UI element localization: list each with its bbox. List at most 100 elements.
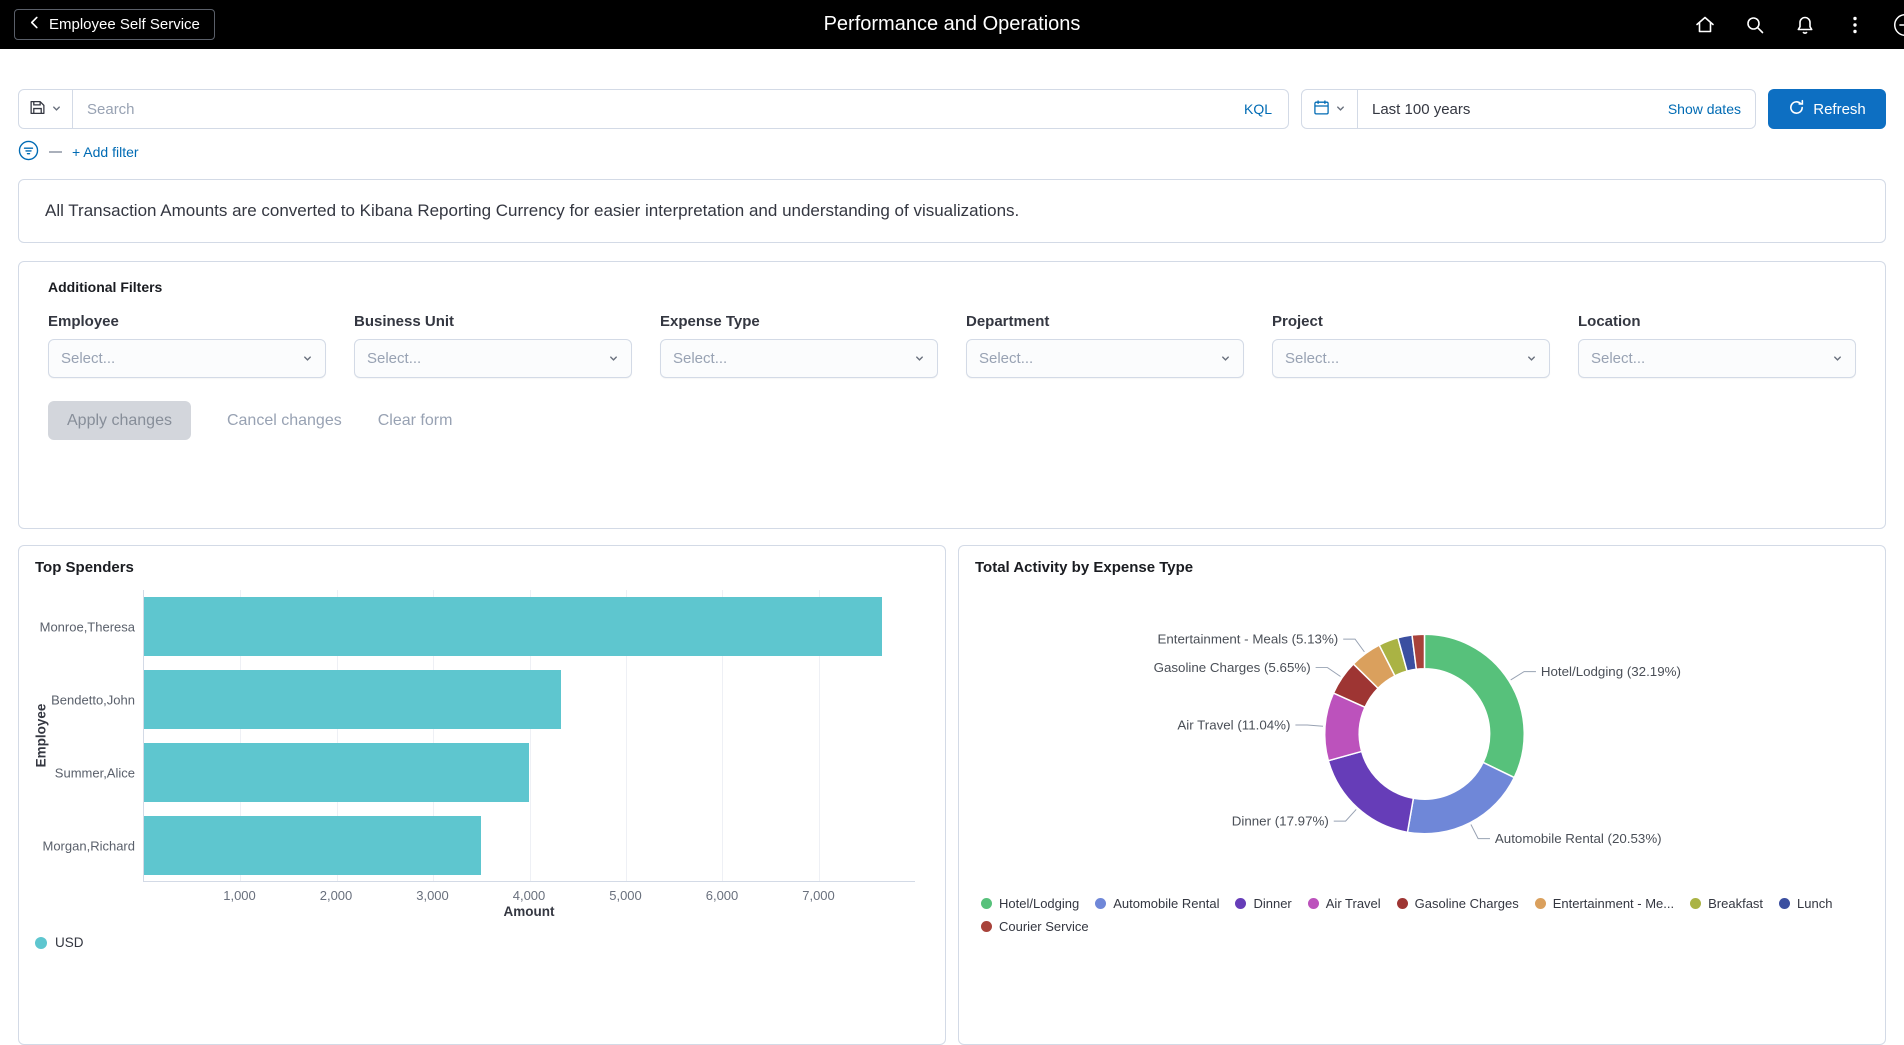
divider	[49, 151, 62, 153]
donut-legend: Hotel/Lodging Automobile Rental Dinner Air …	[975, 896, 1869, 934]
filter-row: + Add filter	[18, 139, 1886, 165]
filter-select-expense-type[interactable]: Select...	[660, 339, 938, 378]
filters-buttons-row: Apply changes Cancel changes Clear form	[48, 401, 1856, 440]
filter-label-department: Department	[966, 313, 1050, 330]
chevron-down-icon	[608, 351, 619, 367]
bar[interactable]	[144, 597, 883, 656]
filter-select-business-unit[interactable]: Select...	[354, 339, 632, 378]
chevron-down-icon	[1220, 351, 1231, 367]
filter-field-location: Location Select...	[1578, 313, 1856, 378]
header-actions	[1691, 11, 1904, 39]
filter-select-project[interactable]: Select...	[1272, 339, 1550, 378]
filter-select-location[interactable]: Select...	[1578, 339, 1856, 378]
filter-field-employee: Employee Select...	[48, 313, 326, 378]
select-placeholder: Select...	[1285, 350, 1340, 367]
query-bar: KQL Last 100 years Show dates Refresh	[18, 89, 1886, 129]
chevron-down-icon	[1335, 102, 1346, 117]
navbar-icon[interactable]	[1891, 11, 1904, 39]
currency-notice-text: All Transaction Amounts are converted to…	[45, 201, 1020, 220]
legend-label: Air Travel	[1325, 896, 1381, 911]
legend-item[interactable]: Gasoline Charges	[1396, 896, 1519, 911]
legend-dot	[1307, 898, 1319, 909]
filter-label-location: Location	[1578, 313, 1641, 330]
x-tick-label: 5,000	[609, 888, 642, 903]
legend-dot	[1396, 898, 1408, 909]
legend-dot	[1690, 898, 1702, 909]
filter-manager-icon[interactable]	[18, 140, 39, 164]
filter-label-expense-type: Expense Type	[660, 313, 760, 330]
date-range-value[interactable]: Last 100 years	[1358, 101, 1470, 118]
donut-callout-label: Automobile Rental (20.53%)	[1495, 831, 1662, 846]
cancel-changes-button[interactable]: Cancel changes	[227, 412, 342, 430]
bar[interactable]	[144, 743, 529, 802]
legend-item[interactable]: Breakfast	[1690, 896, 1763, 911]
date-picker-group: Last 100 years Show dates	[1301, 89, 1756, 129]
back-button-label: Employee Self Service	[49, 16, 200, 33]
legend-item[interactable]: Hotel/Lodging	[981, 896, 1079, 911]
legend-item[interactable]: Automobile Rental	[1095, 896, 1219, 911]
charts-row: Top Spenders Employee Monroe,Theresa Bend…	[18, 545, 1886, 1045]
expense-type-title: Total Activity by Expense Type	[975, 559, 1194, 576]
bar-legend-item[interactable]: USD	[35, 935, 929, 950]
bar[interactable]	[144, 670, 562, 729]
currency-notice-panel: All Transaction Amounts are converted to…	[18, 179, 1886, 243]
calendar-icon	[1313, 99, 1330, 119]
top-spenders-title: Top Spenders	[35, 559, 134, 576]
kebab-menu-icon[interactable]	[1841, 11, 1869, 39]
back-button[interactable]: Employee Self Service	[14, 9, 215, 40]
legend-item[interactable]: Entertainment - Me...	[1534, 896, 1674, 911]
select-placeholder: Select...	[367, 350, 422, 367]
filter-label-employee: Employee	[48, 313, 119, 330]
category-label: Morgan,Richard	[42, 838, 136, 853]
legend-dot	[1095, 898, 1107, 909]
top-spenders-panel: Top Spenders Employee Monroe,Theresa Bend…	[18, 545, 946, 1045]
additional-filters-panel: Additional Filters Employee Select... Busi…	[18, 261, 1886, 529]
legend-label: Breakfast	[1708, 896, 1764, 911]
search-input[interactable]	[73, 100, 1244, 118]
show-dates-link[interactable]: Show dates	[1668, 101, 1755, 117]
chevron-down-icon	[302, 351, 313, 367]
kql-toggle[interactable]: KQL	[1244, 101, 1288, 117]
legend-label: Hotel/Lodging	[999, 896, 1080, 911]
add-filter-link[interactable]: + Add filter	[72, 144, 139, 160]
legend-label: USD	[55, 935, 84, 950]
y-axis-title: Employee	[33, 703, 49, 768]
x-tick-label: 3,000	[416, 888, 449, 903]
refresh-button[interactable]: Refresh	[1768, 89, 1886, 129]
donut-callout-label: Dinner (17.97%)	[1232, 814, 1329, 829]
search-icon[interactable]	[1741, 11, 1769, 39]
x-axis-title: Amount	[503, 904, 555, 919]
category-label: Summer,Alice	[54, 765, 135, 780]
donut-callout-label: Hotel/Lodging (32.19%)	[1541, 664, 1681, 679]
bar-row: Monroe,Theresa	[40, 590, 915, 663]
chevron-down-icon	[51, 102, 62, 117]
x-tick-label: 6,000	[705, 888, 739, 903]
apply-changes-button[interactable]: Apply changes	[48, 401, 191, 440]
category-label: Bendetto,John	[51, 692, 135, 707]
donut-slice[interactable]	[1406, 761, 1516, 835]
search-group: KQL	[18, 89, 1289, 129]
legend-item[interactable]: Air Travel	[1307, 896, 1381, 911]
donut-callout-label: Entertainment - Meals (5.13%)	[1158, 632, 1339, 647]
x-tick-label: 4,000	[512, 888, 546, 903]
app-header: Employee Self Service Performance and Op…	[0, 0, 1904, 49]
legend-item[interactable]: Lunch	[1779, 896, 1832, 911]
bar-plot-area: Monroe,Theresa Bendetto,John Summer,Alice M…	[40, 590, 915, 882]
filter-select-department[interactable]: Select...	[966, 339, 1244, 378]
select-placeholder: Select...	[979, 350, 1034, 367]
chevron-down-icon	[1832, 351, 1843, 367]
donut-slice[interactable]	[1327, 750, 1415, 834]
chevron-down-icon	[1526, 351, 1537, 367]
select-placeholder: Select...	[61, 350, 116, 367]
home-icon[interactable]	[1691, 11, 1719, 39]
calendar-button[interactable]	[1302, 90, 1358, 128]
donut-slice[interactable]	[1423, 633, 1525, 779]
filter-select-employee[interactable]: Select...	[48, 339, 326, 378]
notifications-bell-icon[interactable]	[1791, 11, 1819, 39]
legend-label: Courier Service	[999, 919, 1089, 934]
clear-form-button[interactable]: Clear form	[378, 412, 453, 430]
bar[interactable]	[144, 816, 482, 875]
legend-item[interactable]: Dinner	[1235, 896, 1292, 911]
legend-item[interactable]: Courier Service	[981, 919, 1089, 934]
saved-query-menu-button[interactable]	[19, 90, 73, 128]
